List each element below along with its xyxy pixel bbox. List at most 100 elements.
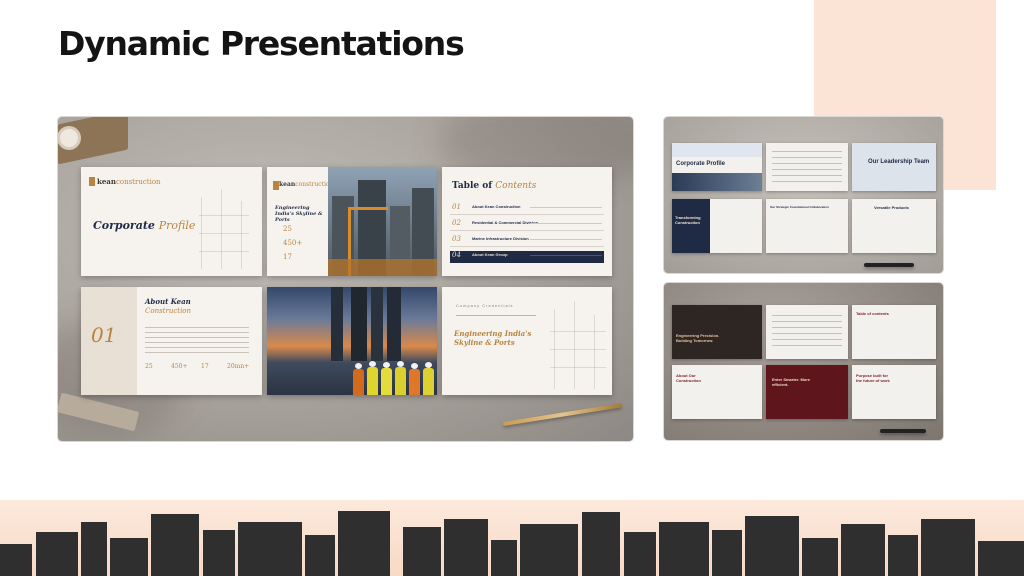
worker-figure xyxy=(423,362,434,395)
mini-slide-products[interactable]: Versatile Products xyxy=(852,199,936,253)
slide-title: About Kean Construction xyxy=(145,297,192,315)
brand-logo: keanconstruction xyxy=(97,177,161,186)
slide-engineering-skyline[interactable]: keanconstruction Engineering India's Sky… xyxy=(267,167,437,276)
tower-silhouette xyxy=(371,287,383,361)
mini-slide-header xyxy=(672,143,762,157)
stat-years: 25 xyxy=(145,363,153,370)
skyline-building xyxy=(203,530,235,576)
mini-slide-title: About Our Construction xyxy=(676,373,701,383)
skyline-building xyxy=(444,519,488,576)
worker-figure xyxy=(381,362,392,395)
skyline-building xyxy=(110,538,148,576)
worker-figure xyxy=(353,363,364,395)
worker-figure xyxy=(395,361,406,395)
skyline-building xyxy=(659,522,709,576)
mini-slide-title: Transforming Construction xyxy=(675,215,701,225)
mini-slide-overview[interactable] xyxy=(766,143,848,191)
building-sketch xyxy=(550,349,606,350)
mini-slide-title: Versatile Products xyxy=(874,205,909,210)
skyline-building xyxy=(712,530,742,576)
toc-item[interactable]: 01 About Kean Construction xyxy=(450,203,604,215)
stat-cities: 17 xyxy=(283,253,292,261)
mini-slide-approach[interactable]: Our Strategic Foundational Collaboration xyxy=(766,199,848,253)
divider xyxy=(456,315,536,316)
mini-slide-toc[interactable]: Table of contents xyxy=(852,305,936,359)
mini-slide-reach[interactable]: Enter Smarter. More efficient. xyxy=(766,365,848,419)
toc-item-label: About Kean Construction xyxy=(472,204,521,209)
skyline-building xyxy=(624,532,656,576)
building-sketch xyxy=(241,201,242,269)
skyline-building xyxy=(0,544,32,576)
skyline-building xyxy=(841,524,885,576)
skyline-band xyxy=(0,500,1024,576)
mini-slide-leadership[interactable]: Our Leadership Team xyxy=(852,143,936,191)
mini-slide-title: Table of contents xyxy=(856,311,889,316)
stat-projects: 450+ xyxy=(283,239,303,247)
tower-silhouette xyxy=(387,287,401,361)
slide-about-kean[interactable]: About Kean Construction 01 25 450+ 17 20m… xyxy=(81,287,262,395)
skyline-building xyxy=(978,541,1024,576)
toc-item-description xyxy=(530,255,602,256)
building-sketch xyxy=(574,301,575,389)
mini-slide-title: Engineering Precision. Building Tomorrow… xyxy=(676,333,720,343)
slide-company-credentials[interactable]: Company Credentials Engineering India's … xyxy=(442,287,612,395)
slide-title: Corporate Profile xyxy=(93,219,196,232)
pen-prop xyxy=(864,263,914,267)
skyline-building xyxy=(81,522,107,576)
slide-eyebrow: Company Credentials xyxy=(456,303,514,308)
skyline-building xyxy=(921,519,975,576)
mini-slide-transforming[interactable]: Transforming Construction xyxy=(672,199,762,253)
skyline-building xyxy=(520,524,578,576)
mini-slide-about[interactable]: About Our Construction xyxy=(672,365,762,419)
mini-slide-overview[interactable] xyxy=(766,305,848,359)
building-sketch xyxy=(594,315,595,389)
paragraph-placeholder xyxy=(145,327,249,357)
construction-photo xyxy=(328,167,437,276)
worker-figure xyxy=(409,363,420,395)
brand-logo: keanconstruction xyxy=(279,181,334,188)
main-presentation-mockup[interactable]: keanconstruction Corporate Profile keanc… xyxy=(58,117,633,441)
building-sketch xyxy=(550,331,606,332)
section-number: 01 xyxy=(91,323,117,347)
stat-sqft: 20mn+ xyxy=(227,363,250,370)
slide-title: Table of Contents xyxy=(452,181,537,191)
building-sketch xyxy=(221,189,222,269)
mini-slide-title: Purpose built for the future of work xyxy=(856,373,890,383)
mini-slide-title: Our Strategic Foundational Collaboration xyxy=(770,205,829,209)
mini-slide-purpose[interactable]: Purpose built for the future of work xyxy=(852,365,936,419)
toc-item[interactable]: 02 Residential & Commercial Division xyxy=(450,219,604,231)
slide-corporate-profile[interactable]: keanconstruction Corporate Profile xyxy=(81,167,262,276)
toc-item-active[interactable]: 04 About Kean Group xyxy=(450,251,604,263)
stat-years: 25 xyxy=(283,225,292,233)
page-title: Dynamic Presentations xyxy=(58,24,465,63)
stat-projects: 450+ xyxy=(171,363,188,370)
city-photo xyxy=(672,173,762,191)
slide-table-of-contents[interactable]: Table of Contents 01 About Kean Construc… xyxy=(442,167,612,276)
tower-silhouette xyxy=(351,287,367,361)
toc-item-number: 04 xyxy=(452,251,461,259)
mini-slide-cover-dark[interactable]: Engineering Precision. Building Tomorrow… xyxy=(672,305,762,359)
skyline-building xyxy=(582,512,620,576)
secondary-presentation-mockup-top[interactable]: Corporate Profile Our Leadership Team Tr… xyxy=(664,117,943,273)
kean-logo-icon xyxy=(89,177,95,186)
paragraph-placeholder xyxy=(772,151,842,185)
building-sketch xyxy=(199,215,249,216)
skyline-building xyxy=(888,535,918,576)
building-sketch xyxy=(199,233,249,234)
skyline-building xyxy=(403,527,441,576)
mini-slide-cover[interactable]: Corporate Profile xyxy=(672,143,762,191)
toc-item[interactable]: 03 Marine Infrastructure Division xyxy=(450,235,604,247)
skyline-building xyxy=(491,540,517,576)
toc-item-label: About Kean Group xyxy=(472,252,508,257)
skyline-building xyxy=(802,538,838,576)
cup-prop xyxy=(60,129,78,147)
slide-title: Engineering India's Skyline & Ports xyxy=(275,205,323,223)
tower-silhouette xyxy=(331,287,343,361)
toc-item-number: 03 xyxy=(452,235,461,243)
skyline-building xyxy=(338,511,390,576)
secondary-presentation-mockup-bottom[interactable]: Engineering Precision. Building Tomorrow… xyxy=(664,283,943,440)
skyline-building xyxy=(745,516,799,576)
slide-team-photo[interactable] xyxy=(267,287,437,395)
skyline-building xyxy=(238,522,302,576)
mini-slide-title: Enter Smarter. More efficient. xyxy=(772,377,811,387)
